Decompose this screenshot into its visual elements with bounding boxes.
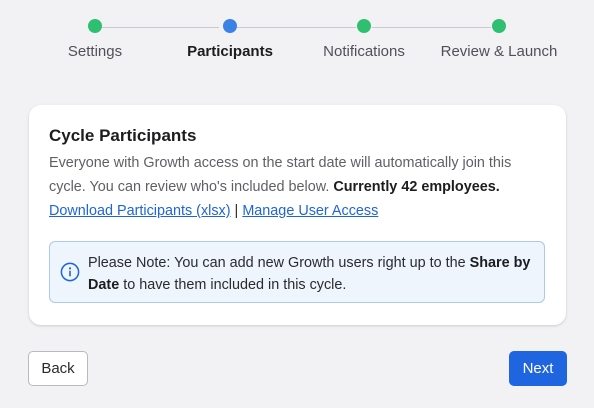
next-button[interactable]: Next: [509, 351, 567, 386]
cycle-participants-card: Cycle Participants Everyone with Growth …: [29, 105, 566, 325]
step-complete-dot-icon: [88, 19, 102, 33]
step-complete-dot-icon: [357, 19, 371, 33]
employee-count: Currently 42 employees.: [333, 179, 500, 195]
back-button[interactable]: Back: [28, 351, 88, 386]
step-active-dot-icon: [223, 19, 237, 33]
info-icon: [60, 262, 80, 282]
note-text-end: to have them included in this cycle.: [119, 277, 347, 293]
download-participants-link[interactable]: Download Participants (xlsx): [49, 203, 231, 219]
step-review-launch[interactable]: Review & Launch: [419, 19, 579, 60]
manage-user-access-link[interactable]: Manage User Access: [242, 203, 378, 219]
step-label: Review & Launch: [440, 43, 558, 60]
progress-stepper: Settings Participants Notifications Revi…: [0, 0, 594, 70]
participant-links: Download Participants (xlsx) | Manage Us…: [49, 203, 378, 219]
note-text: Please Note: You can add new Growth user…: [88, 252, 538, 296]
card-title: Cycle Participants: [49, 126, 197, 145]
step-complete-dot-icon: [492, 19, 506, 33]
note-text-start: Please Note: You can add new Growth user…: [88, 255, 470, 271]
card-description: Everyone with Growth access on the start…: [49, 151, 539, 199]
note-banner: Please Note: You can add new Growth user…: [49, 241, 545, 303]
link-separator: |: [230, 203, 243, 219]
